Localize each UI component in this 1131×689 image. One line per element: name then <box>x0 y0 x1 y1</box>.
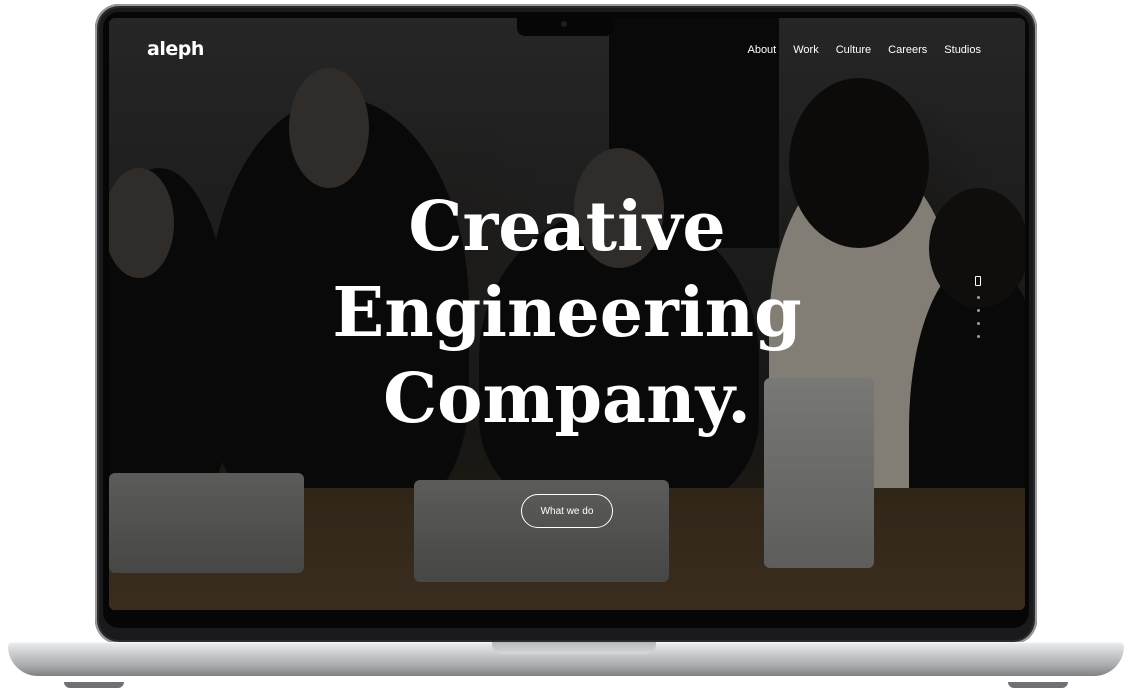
slide-indicator-dot[interactable] <box>976 322 980 325</box>
nav-studios[interactable]: Studios <box>944 44 981 56</box>
main-nav: About Work Culture Careers Studios <box>747 44 981 56</box>
nav-about[interactable]: About <box>747 44 776 56</box>
camera-icon <box>561 21 567 27</box>
nav-careers[interactable]: Careers <box>888 44 927 56</box>
nav-work[interactable]: Work <box>793 44 818 56</box>
nav-culture[interactable]: Culture <box>836 44 871 56</box>
hero-title-line-2: Engineering <box>332 273 802 353</box>
hero-title-line-1: Creative <box>408 187 726 267</box>
laptop-foot-left <box>64 682 124 688</box>
hero-title-line-3: Company. <box>383 359 751 439</box>
slide-indicator-dot[interactable] <box>976 335 980 338</box>
hero-title: Creative Engineering Company. <box>109 184 1025 442</box>
laptop-base <box>8 642 1124 676</box>
slide-indicator-dot[interactable] <box>976 309 980 312</box>
laptop-foot-right <box>1008 682 1068 688</box>
slide-indicator-dot-active[interactable] <box>975 276 981 286</box>
slide-indicator <box>975 276 981 338</box>
site-logo[interactable]: aleph <box>147 38 204 60</box>
camera-notch <box>517 16 613 36</box>
what-we-do-button[interactable]: What we do <box>521 494 613 528</box>
website-screen: aleph About Work Culture Careers Studios… <box>109 18 1025 610</box>
slide-indicator-dot[interactable] <box>976 296 980 299</box>
lid-opening-notch <box>492 642 656 654</box>
